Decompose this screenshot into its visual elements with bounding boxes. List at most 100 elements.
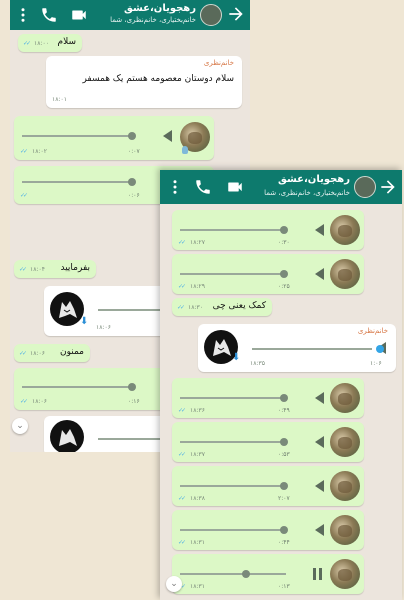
message-time: ۱۸:۳۸	[190, 495, 205, 502]
message-time: ۱۸:۲۹	[190, 283, 205, 290]
seek-handle[interactable]	[280, 394, 288, 402]
audio-progress[interactable]	[22, 135, 134, 137]
message-text: کمک یعنی چی	[212, 301, 266, 311]
chat-subtitle: خانم‌بختیاری، خانم‌نظری، شما	[264, 189, 350, 197]
pause-icon[interactable]	[313, 568, 322, 580]
phone-icon[interactable]	[40, 6, 58, 24]
video-call-icon[interactable]	[226, 178, 244, 196]
seek-handle[interactable]	[280, 438, 288, 446]
phone-icon[interactable]	[194, 178, 212, 196]
play-icon[interactable]	[315, 524, 324, 536]
voice-message[interactable]: ۰:۴۴ ✓✓ ۱۸:۳۱	[172, 510, 364, 550]
audio-progress[interactable]	[180, 529, 286, 531]
message-time: ۱۸:۰۱	[52, 96, 67, 103]
play-icon[interactable]	[315, 392, 324, 404]
seek-handle[interactable]	[280, 482, 288, 490]
audio-progress[interactable]	[180, 273, 286, 275]
voice-duration: ۰:۰۷	[128, 148, 140, 155]
download-icon[interactable]: ⬇	[232, 352, 240, 363]
message-text: بفرمایید	[60, 263, 90, 273]
group-avatar[interactable]	[200, 4, 222, 26]
read-receipt-icon: ✓✓	[177, 304, 185, 311]
more-options-icon[interactable]	[14, 6, 32, 24]
message-time: ۱۸:۰۴	[30, 266, 45, 273]
sender-photo	[330, 259, 360, 289]
message-time: ۱۸:۰۶	[30, 350, 45, 357]
message-time: ۱۸:۳۰	[188, 304, 203, 311]
chat-header: رهجویان،عشق خانم‌بختیاری، خانم‌نظری، شما	[10, 0, 250, 30]
seek-handle[interactable]	[242, 570, 250, 578]
seek-handle[interactable]	[280, 526, 288, 534]
voice-message[interactable]: ۰:۲۵ ✓✓ ۱۸:۲۹	[172, 254, 364, 294]
message-time: ۱۸:۳۱	[190, 583, 205, 590]
read-receipt-icon: ✓✓	[178, 451, 186, 458]
voice-message[interactable]: ۲:۰۷ ✓✓ ۱۸:۳۸	[172, 466, 364, 506]
play-icon[interactable]	[163, 130, 172, 142]
message-bubble[interactable]: ✓✓ ۱۸:۰۶ ممنون	[14, 344, 90, 362]
seek-handle[interactable]	[128, 178, 136, 186]
message-time: ۱۸:۳۱	[190, 539, 205, 546]
voice-duration: ۰:۴۹	[278, 407, 290, 414]
audio-progress[interactable]	[180, 229, 286, 231]
voice-message[interactable]: ۰:۴۹ ✓✓ ۱۸:۳۶	[172, 378, 364, 418]
voice-duration: ۲:۰۷	[278, 495, 290, 502]
audio-progress[interactable]	[180, 485, 286, 487]
voice-duration: ۱:۰۶	[370, 360, 382, 367]
audio-progress[interactable]	[252, 348, 372, 350]
wolf-avatar	[50, 292, 84, 326]
read-receipt-icon: ✓✓	[178, 283, 186, 290]
group-avatar[interactable]	[354, 176, 376, 198]
chat-title[interactable]: رهجویان،عشق	[124, 3, 196, 14]
seek-handle[interactable]	[128, 132, 136, 140]
voice-duration: ۰:۵۳	[278, 451, 290, 458]
voice-duration: ۰:۱۶	[128, 398, 140, 405]
video-call-icon[interactable]	[70, 6, 88, 24]
seek-handle[interactable]	[376, 345, 384, 353]
message-time: ۱۸:۰۶	[32, 398, 47, 405]
play-icon[interactable]	[315, 268, 324, 280]
message-time: ۱۸:۰۶	[96, 324, 111, 331]
message-bubble[interactable]: ✓✓ ۱۸:۳۰ کمک یعنی چی	[172, 298, 272, 316]
read-receipt-icon: ✓✓	[178, 239, 186, 246]
audio-progress[interactable]	[22, 386, 134, 388]
read-receipt-icon: ✓✓	[178, 407, 186, 414]
download-icon[interactable]: ⬇	[80, 316, 88, 327]
audio-progress[interactable]	[180, 441, 286, 443]
audio-progress[interactable]	[22, 181, 134, 183]
play-icon[interactable]	[315, 224, 324, 236]
voice-message[interactable]: ۰:۰۷ ✓✓ ۱۸:۰۲	[14, 116, 214, 160]
sender-photo	[330, 515, 360, 545]
voice-duration: ۰:۲۵	[278, 283, 290, 290]
seek-handle[interactable]	[128, 383, 136, 391]
back-arrow-icon[interactable]	[226, 4, 246, 24]
scroll-down-button[interactable]: ⌄	[166, 576, 182, 592]
audio-progress[interactable]	[180, 573, 286, 575]
more-options-icon[interactable]	[166, 178, 184, 196]
message-bubble[interactable]: ✓✓ ۱۸:۰۴ بفرمایید	[14, 260, 96, 278]
audio-progress[interactable]	[180, 397, 286, 399]
message-bubble[interactable]: ✓✓ ۱۸:۰۰ سلام	[18, 34, 82, 52]
voice-duration: ۰:۴۴	[278, 539, 290, 546]
voice-message[interactable]: ۰:۳۰ ✓✓ ۱۸:۲۷	[172, 210, 364, 250]
chat-title[interactable]: رهجویان،عشق	[278, 174, 350, 185]
voice-message[interactable]: خانم‌نظری ⬇ ۱:۰۶ ۱۸:۳۵	[198, 324, 396, 372]
play-icon[interactable]	[315, 436, 324, 448]
message-time: ۱۸:۳۶	[190, 407, 205, 414]
voice-message[interactable]: ۰:۵۳ ✓✓ ۱۸:۳۷	[172, 422, 364, 462]
seek-handle[interactable]	[280, 226, 288, 234]
sender-photo	[330, 383, 360, 413]
seek-handle[interactable]	[280, 270, 288, 278]
message-time: ۱۸:۰۰	[34, 40, 49, 47]
scroll-down-button[interactable]: ⌄	[12, 418, 28, 434]
play-icon[interactable]	[315, 480, 324, 492]
back-arrow-icon[interactable]	[378, 177, 398, 197]
message-bubble[interactable]: خانم‌نظری سلام دوستان معصومه هستم یک همس…	[46, 56, 242, 108]
read-receipt-icon: ✓✓	[20, 398, 28, 405]
message-time: ۱۸:۲۷	[190, 239, 205, 246]
mic-icon	[182, 146, 188, 154]
message-time: ۱۸:۰۲	[32, 148, 47, 155]
voice-message[interactable]: ۰:۱۳ ✓✓ ۱۸:۳۱	[172, 554, 364, 594]
message-text: ممنون	[60, 347, 84, 357]
chat-window-front: رهجویان،عشق خانم‌بختیاری، خانم‌نظری، شما…	[160, 170, 402, 600]
sender-photo	[330, 559, 360, 589]
